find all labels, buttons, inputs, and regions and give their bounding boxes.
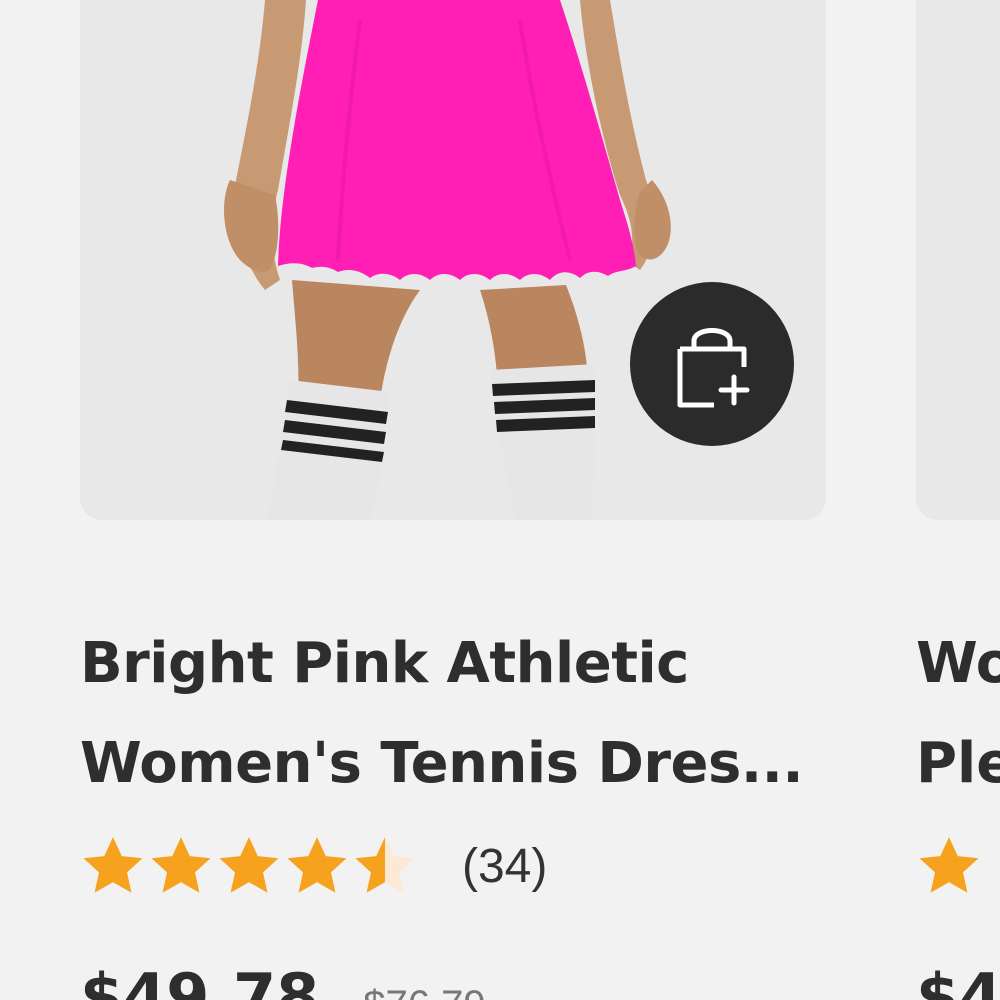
- star-full-icon: [287, 837, 347, 893]
- star-half-icon: [355, 837, 415, 893]
- product-title-line-2: Ple: [916, 731, 1000, 796]
- shopping-bag-plus-icon: [677, 328, 750, 408]
- product-title[interactable]: Wo Ple: [916, 614, 1000, 814]
- product-card[interactable]: Wo Ple $4: [916, 0, 1000, 1000]
- original-price: $76.79: [363, 983, 485, 1000]
- product-prices: $4: [916, 960, 1000, 1000]
- product-image-container[interactable]: [916, 0, 1000, 520]
- star-full-icon: [919, 837, 979, 893]
- product-title-line-1: Bright Pink Athletic: [80, 631, 689, 696]
- product-card[interactable]: Bright Pink Athletic Women's Tennis Dres…: [80, 0, 826, 1000]
- star-full-icon: [151, 837, 211, 893]
- star-full-icon: [83, 837, 143, 893]
- product-image-container[interactable]: [80, 0, 826, 520]
- product-prices: $49.78 $76.79: [80, 960, 486, 1000]
- product-title-line-1: Wo: [916, 631, 1000, 696]
- current-price: $49.78: [80, 960, 320, 1000]
- product-title-line-2: Women's Tennis Dres...: [80, 731, 804, 796]
- product-title[interactable]: Bright Pink Athletic Women's Tennis Dres…: [80, 614, 840, 814]
- product-rating: [916, 826, 982, 906]
- product-carousel: Bright Pink Athletic Women's Tennis Dres…: [0, 0, 1000, 1000]
- review-count[interactable]: (34): [462, 839, 547, 894]
- current-price: $4: [916, 960, 1000, 1000]
- star-full-icon: [219, 837, 279, 893]
- add-to-bag-button[interactable]: [630, 282, 794, 446]
- rating-stars: [80, 833, 418, 899]
- product-rating: (34): [80, 826, 547, 906]
